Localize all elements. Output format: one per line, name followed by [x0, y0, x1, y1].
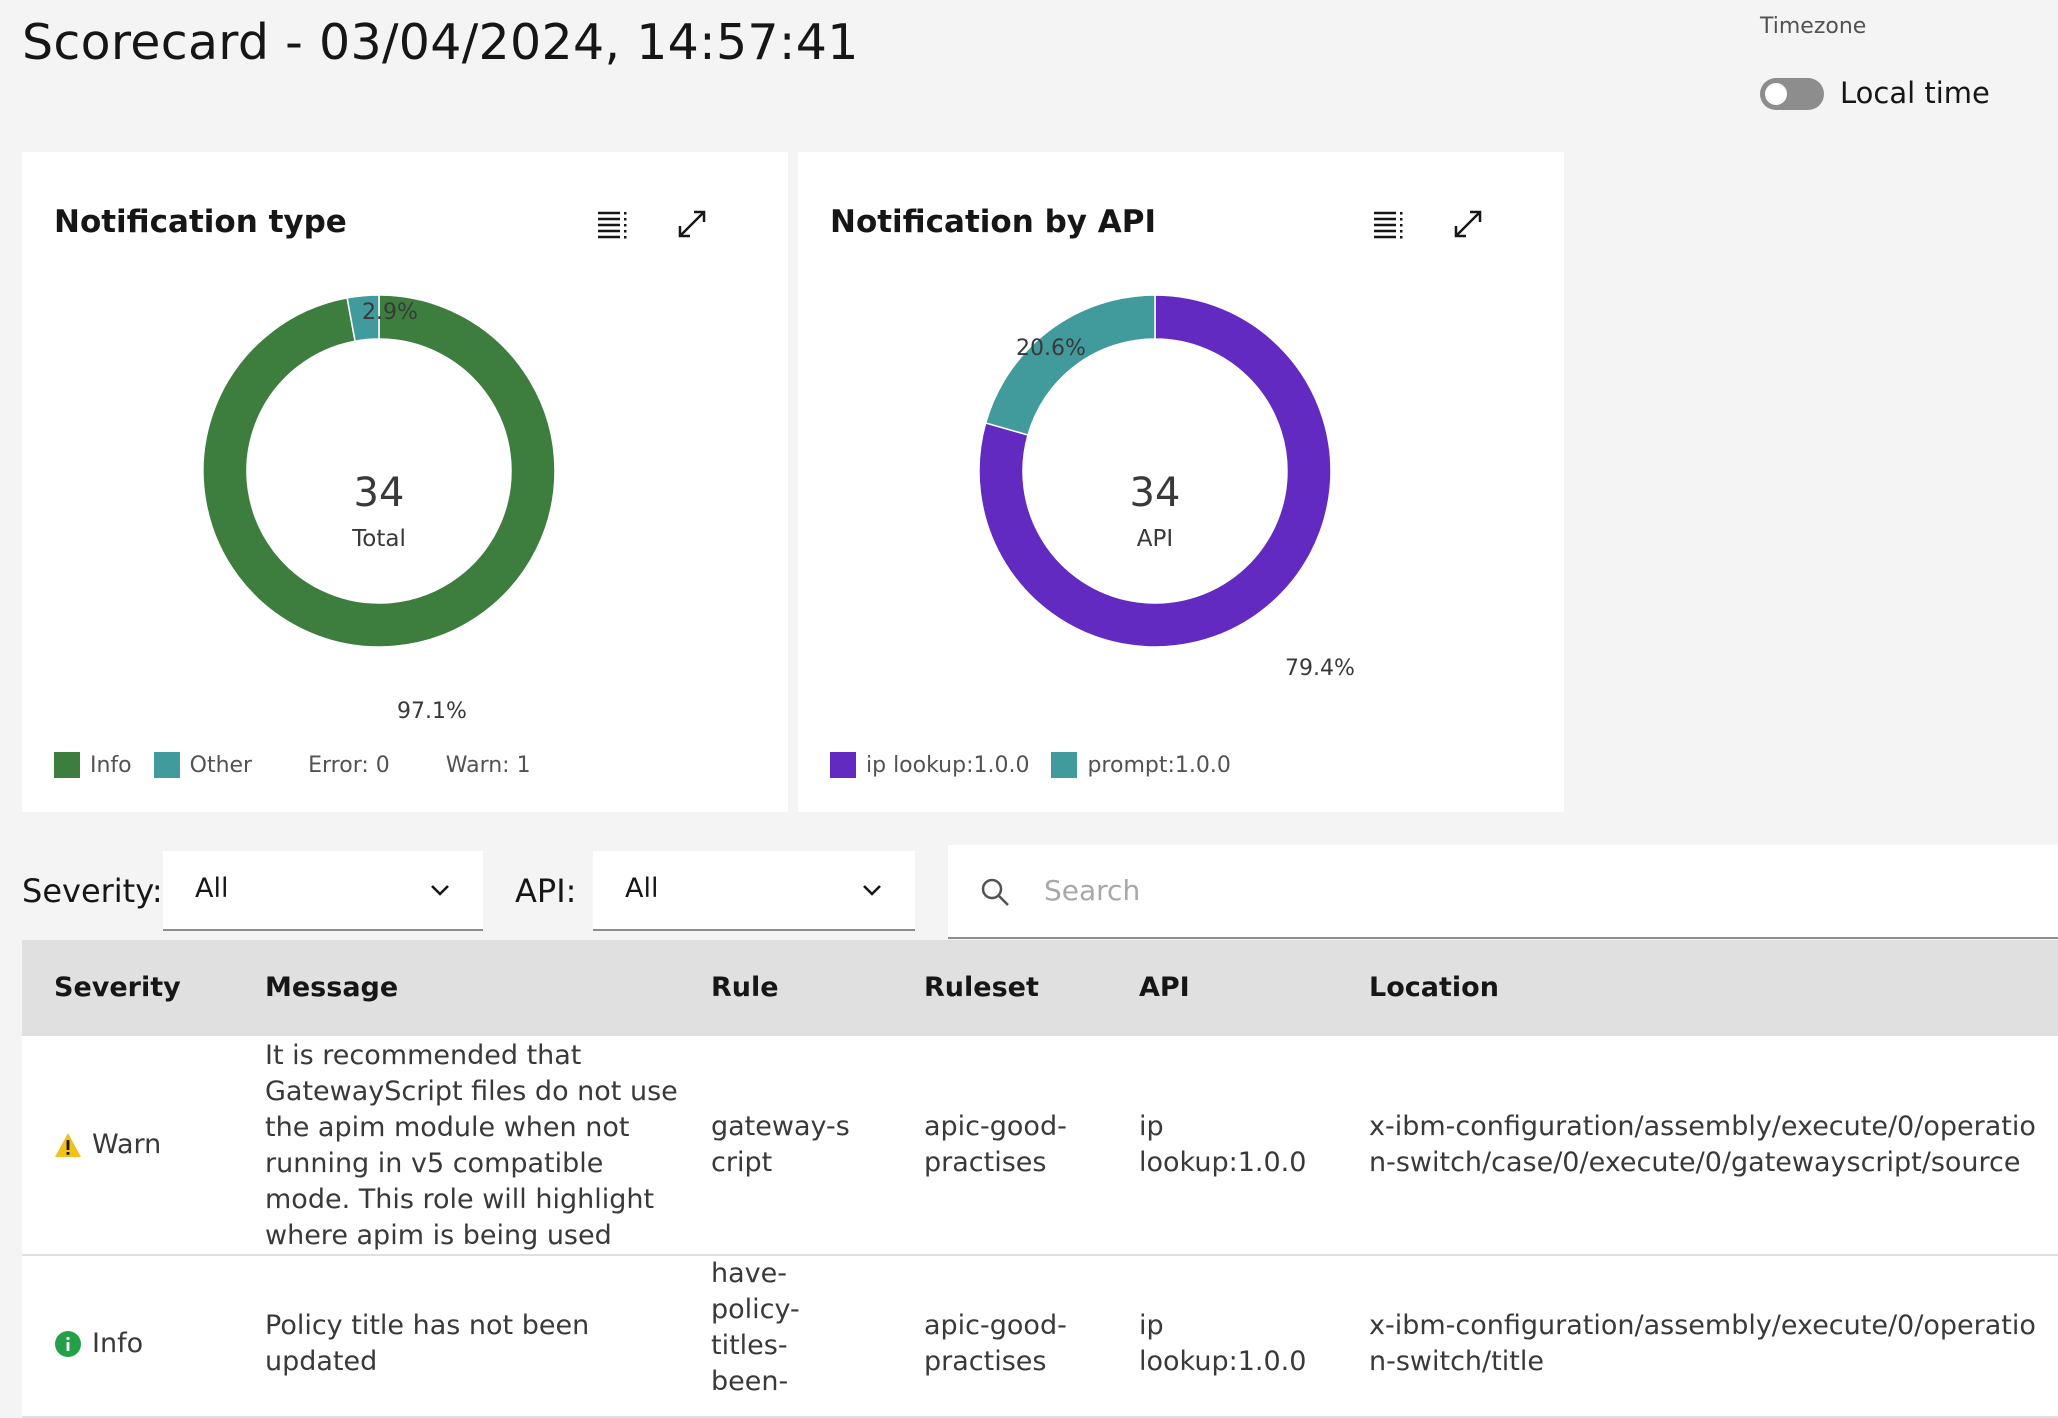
toggle-knob: [1765, 83, 1787, 105]
severity-dropdown-value: All: [195, 873, 229, 904]
column-header-location[interactable]: Location: [1369, 972, 1499, 1003]
card-title: Notification type: [54, 204, 347, 240]
table-header: Severity Message Rule Ruleset API Locati…: [22, 940, 2058, 1036]
severity-text: Warn: [92, 1129, 162, 1160]
table-row[interactable]: Info Policy title has not been updated h…: [22, 1256, 2058, 1418]
ruleset-cell: apic-good-practises: [924, 1111, 1067, 1178]
info-icon: [55, 1331, 81, 1357]
api-cell: ip lookup:1.0.0: [1139, 1111, 1307, 1178]
data-table-button[interactable]: [592, 204, 632, 244]
page-title: Scorecard - 03/04/2024, 14:57:41: [22, 14, 859, 71]
legend-swatch: [1051, 752, 1078, 778]
legend-item-other[interactable]: Other: [153, 752, 253, 778]
severity-cell: Info: [54, 1326, 143, 1362]
message-cell: It is recommended that GatewayScript fil…: [265, 1040, 678, 1251]
api-dropdown-value: All: [625, 873, 659, 904]
notification-by-api-card: Notification by API 20.6% 79.4% 34 API i…: [798, 152, 1564, 812]
data-table-button[interactable]: [1368, 204, 1408, 244]
ruleset-cell: apic-good-practises: [924, 1310, 1067, 1377]
search-input[interactable]: [1042, 869, 1946, 911]
maximize-icon: [1454, 210, 1482, 238]
timezone-toggle[interactable]: [1760, 78, 1824, 110]
api-dropdown[interactable]: All: [593, 851, 915, 931]
maximize-icon: [678, 210, 706, 238]
chevron-down-icon: [863, 885, 881, 896]
severity-cell: Warn: [54, 1127, 161, 1163]
slice-label-prompt: 20.6%: [1016, 336, 1086, 361]
location-cell: x-ibm-configuration/assembly/execute/0/o…: [1369, 1310, 2036, 1377]
legend-item-info[interactable]: Info: [54, 752, 132, 778]
search-icon: [981, 878, 1009, 906]
error-count: Error: 0: [308, 752, 390, 778]
donut-center-label: API: [1136, 526, 1174, 552]
legend-item-prompt[interactable]: prompt:1.0.0: [1051, 752, 1231, 778]
slice-label-ip-lookup: 79.4%: [1285, 656, 1355, 681]
legend-label: prompt:1.0.0: [1087, 752, 1231, 778]
expand-button[interactable]: [672, 204, 712, 244]
chart-legend: Info Other Error: 0 Warn: 1: [54, 752, 531, 778]
api-cell: ip lookup:1.0.0: [1139, 1310, 1307, 1377]
warn-count: Warn: 1: [445, 752, 531, 778]
timezone-label: Timezone: [1760, 14, 1867, 39]
rule-cell: have-policy-titles-been-: [711, 1258, 800, 1397]
column-header-message[interactable]: Message: [265, 972, 398, 1003]
severity-dropdown[interactable]: All: [163, 851, 483, 931]
rule-cell: gateway-script: [711, 1111, 850, 1178]
legend-swatch: [54, 752, 80, 778]
legend-swatch: [830, 752, 856, 778]
severity-filter-label: Severity:: [22, 872, 163, 910]
legend-label: Info: [90, 752, 132, 778]
legend-label: Other: [189, 752, 253, 778]
donut-slice-prompt-1-0-0[interactable]: [984, 295, 1156, 436]
chevron-down-icon: [431, 885, 449, 896]
donut-center-value: 34: [353, 470, 405, 516]
warning-icon: [55, 1133, 81, 1157]
donut-center-value: 34: [1129, 470, 1181, 516]
search-bar: [948, 845, 2058, 939]
slice-label-other: 2.9%: [362, 300, 418, 325]
column-header-rule[interactable]: Rule: [711, 972, 779, 1003]
column-header-api[interactable]: API: [1139, 972, 1190, 1003]
location-cell: x-ibm-configuration/assembly/execute/0/o…: [1369, 1111, 2036, 1178]
card-title: Notification by API: [830, 204, 1156, 240]
list-icon: [1374, 211, 1403, 239]
table-row[interactable]: Warn It is recommended that GatewayScrip…: [22, 1036, 2058, 1256]
api-filter-label: API:: [515, 872, 577, 910]
list-icon: [598, 211, 627, 239]
timezone-value: Local time: [1840, 76, 1990, 110]
legend-label: ip lookup:1.0.0: [866, 752, 1030, 778]
column-header-ruleset[interactable]: Ruleset: [924, 972, 1039, 1003]
legend-swatch: [153, 752, 180, 778]
chart-legend: ip lookup:1.0.0 prompt:1.0.0: [830, 752, 1253, 778]
donut-center-label: Total: [352, 526, 406, 552]
legend-item-ip-lookup[interactable]: ip lookup:1.0.0: [830, 752, 1029, 778]
notification-type-card: Notification type 2.9% 97.1% 34 Total In…: [22, 152, 788, 812]
slice-label-info: 97.1%: [397, 699, 467, 724]
message-cell: Policy title has not been updated: [265, 1310, 590, 1377]
severity-text: Info: [92, 1328, 144, 1359]
column-header-severity[interactable]: Severity: [54, 972, 181, 1003]
expand-button[interactable]: [1448, 204, 1488, 244]
